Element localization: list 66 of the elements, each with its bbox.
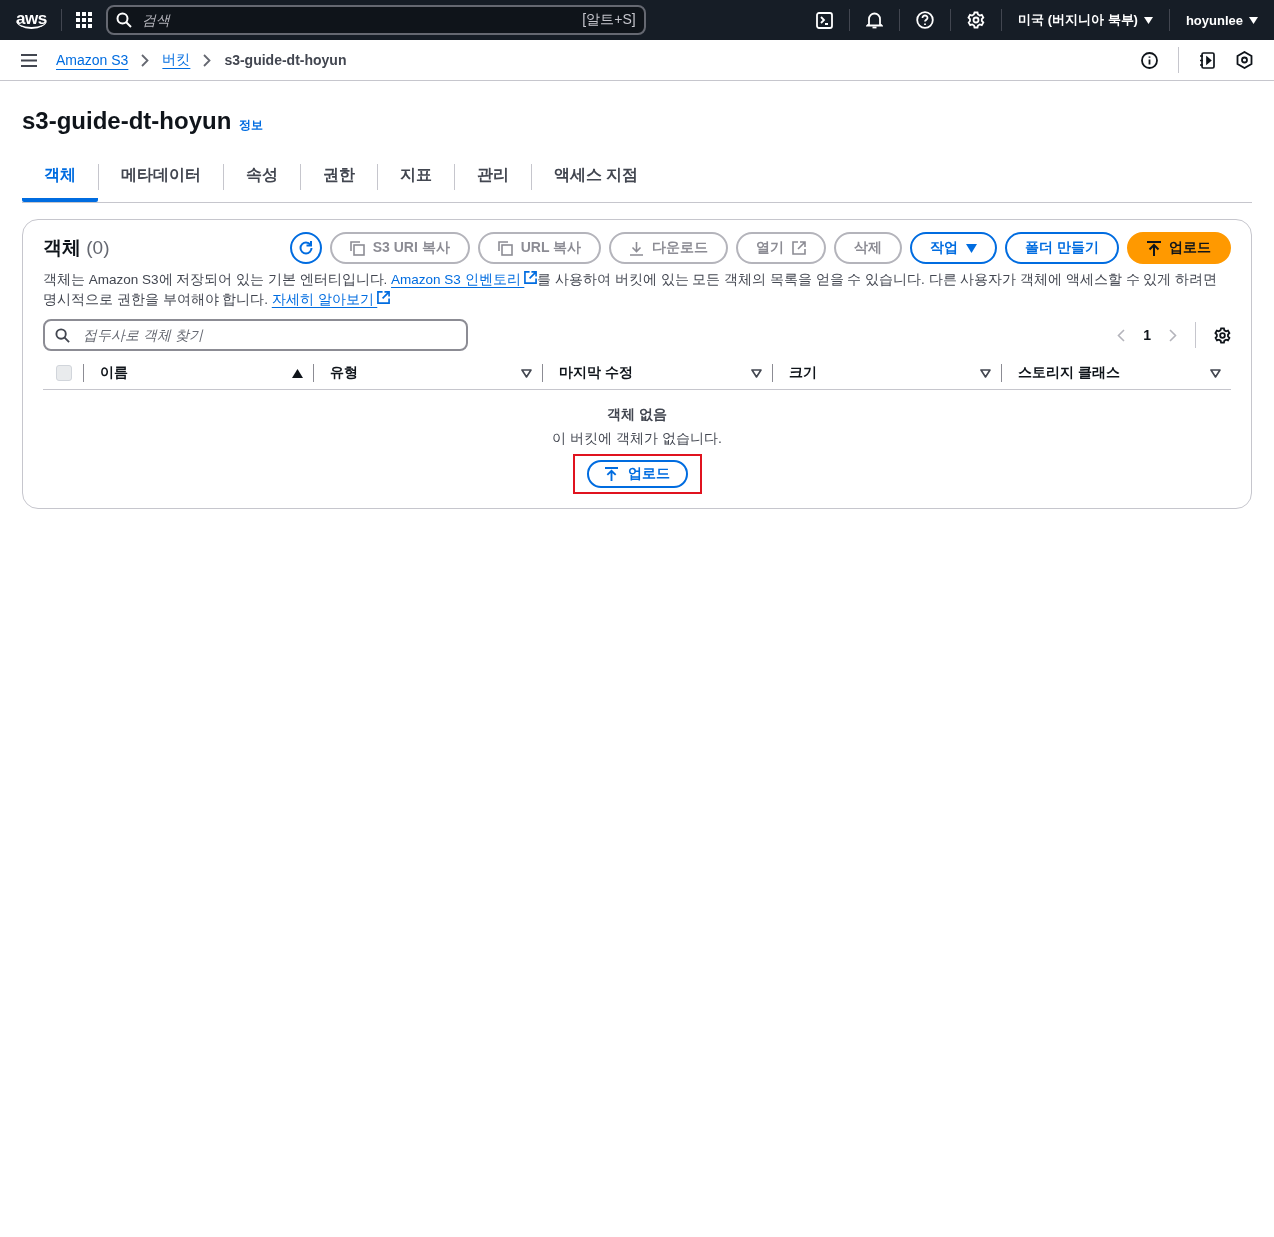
settings-icon[interactable]: [1214, 326, 1231, 344]
external-link[interactable]: Amazon S3 인벤토리: [391, 272, 538, 287]
select-all-checkbox[interactable]: [56, 365, 72, 381]
tab[interactable]: 권한: [301, 155, 377, 202]
page-title: s3-guide-dt-hoyun: [22, 107, 232, 135]
user-menu[interactable]: hoyunlee: [1185, 12, 1258, 28]
upload-icon: [604, 467, 618, 481]
tab[interactable]: 객체: [22, 155, 98, 202]
tab[interactable]: 지표: [378, 155, 454, 202]
copy-icon: [497, 240, 513, 256]
chevron-right-icon: [141, 53, 150, 67]
refresh-button[interactable]: [289, 232, 322, 264]
terminal-icon[interactable]: [816, 11, 834, 29]
tab[interactable]: 속성: [224, 155, 300, 202]
notebook-icon[interactable]: [1199, 51, 1216, 69]
download-icon: [629, 240, 645, 256]
search-icon: [55, 328, 70, 343]
column-header[interactable]: 스토리지 클래스: [1018, 364, 1194, 382]
search-icon: [115, 12, 132, 28]
hexagon-icon[interactable]: [1236, 51, 1253, 69]
action-button[interactable]: 업로드: [1127, 232, 1231, 264]
column-header[interactable]: 크기: [788, 364, 965, 382]
breadcrumb-link[interactable]: 버킷: [162, 51, 191, 69]
column-header[interactable]: 유형: [329, 364, 506, 382]
action-button[interactable]: 폴더 만들기: [1005, 232, 1119, 264]
sort-icon[interactable]: [750, 368, 762, 378]
tab[interactable]: 메타데이터: [99, 155, 223, 202]
external-link-icon: [524, 271, 538, 284]
sort-icon[interactable]: [1210, 368, 1221, 378]
upload-icon: [1147, 240, 1161, 256]
help-icon[interactable]: [916, 11, 935, 29]
aws-logo[interactable]: aws: [16, 11, 47, 29]
breadcrumb-link[interactable]: Amazon S3: [56, 52, 129, 68]
panel-title: 객체 (0): [43, 236, 110, 260]
info-icon[interactable]: [1141, 51, 1158, 69]
caret-icon: [1143, 16, 1153, 24]
menu-icon[interactable]: [21, 53, 37, 67]
action-button[interactable]: 작업: [910, 232, 998, 264]
column-header[interactable]: 이름: [100, 364, 276, 382]
caret-icon: [966, 243, 978, 253]
sort-icon[interactable]: [980, 368, 992, 378]
caret-icon: [1249, 16, 1258, 24]
info-link[interactable]: 정보: [239, 117, 264, 134]
column-header[interactable]: 마지막 수정: [559, 364, 735, 382]
bell-icon[interactable]: [866, 11, 884, 29]
refresh-icon: [297, 240, 314, 256]
breadcrumb-current: s3-guide-dt-hoyun: [224, 52, 347, 68]
page-number[interactable]: 1: [1143, 327, 1151, 343]
shortcut-hint: [알트+S]: [582, 11, 636, 29]
sort-icon[interactable]: [521, 368, 533, 378]
empty-title: 객체 없음: [607, 406, 667, 424]
description-text: 객체는 Amazon S3에 저장되어 있는 기본 엔터티입니다. Amazon S3 인벤토리 를 사용하여 버킷에 있는 모든 객체의 목록을 얻을 수 있습니다. 다른 사용자가 객체에 액세스할 수 있게 하려면 명시적으로 권한을 부여해야 합니다. 자세히 알아보기: [43, 270, 1219, 309]
chevron-right-icon: [203, 53, 212, 67]
apps-grid-icon[interactable]: [75, 12, 92, 28]
copy-icon: [349, 240, 365, 256]
sort-ascending-icon[interactable]: [291, 368, 303, 378]
external-link-icon: [377, 291, 391, 304]
region-menu[interactable]: 미국 (버지니아 북부): [1018, 11, 1153, 29]
object-count: (0): [86, 237, 110, 258]
upload-button[interactable]: 업로드: [586, 460, 688, 488]
tab[interactable]: 관리: [455, 155, 531, 202]
empty-message: 이 버킷에 객체가 없습니다.: [552, 430, 722, 448]
external-link-icon: [792, 241, 807, 255]
filter-field[interactable]: 접두사로 객체 찾기: [43, 319, 468, 351]
external-link[interactable]: 자세히 알아보기: [271, 292, 391, 307]
tab[interactable]: 액세스 지점: [532, 155, 661, 202]
